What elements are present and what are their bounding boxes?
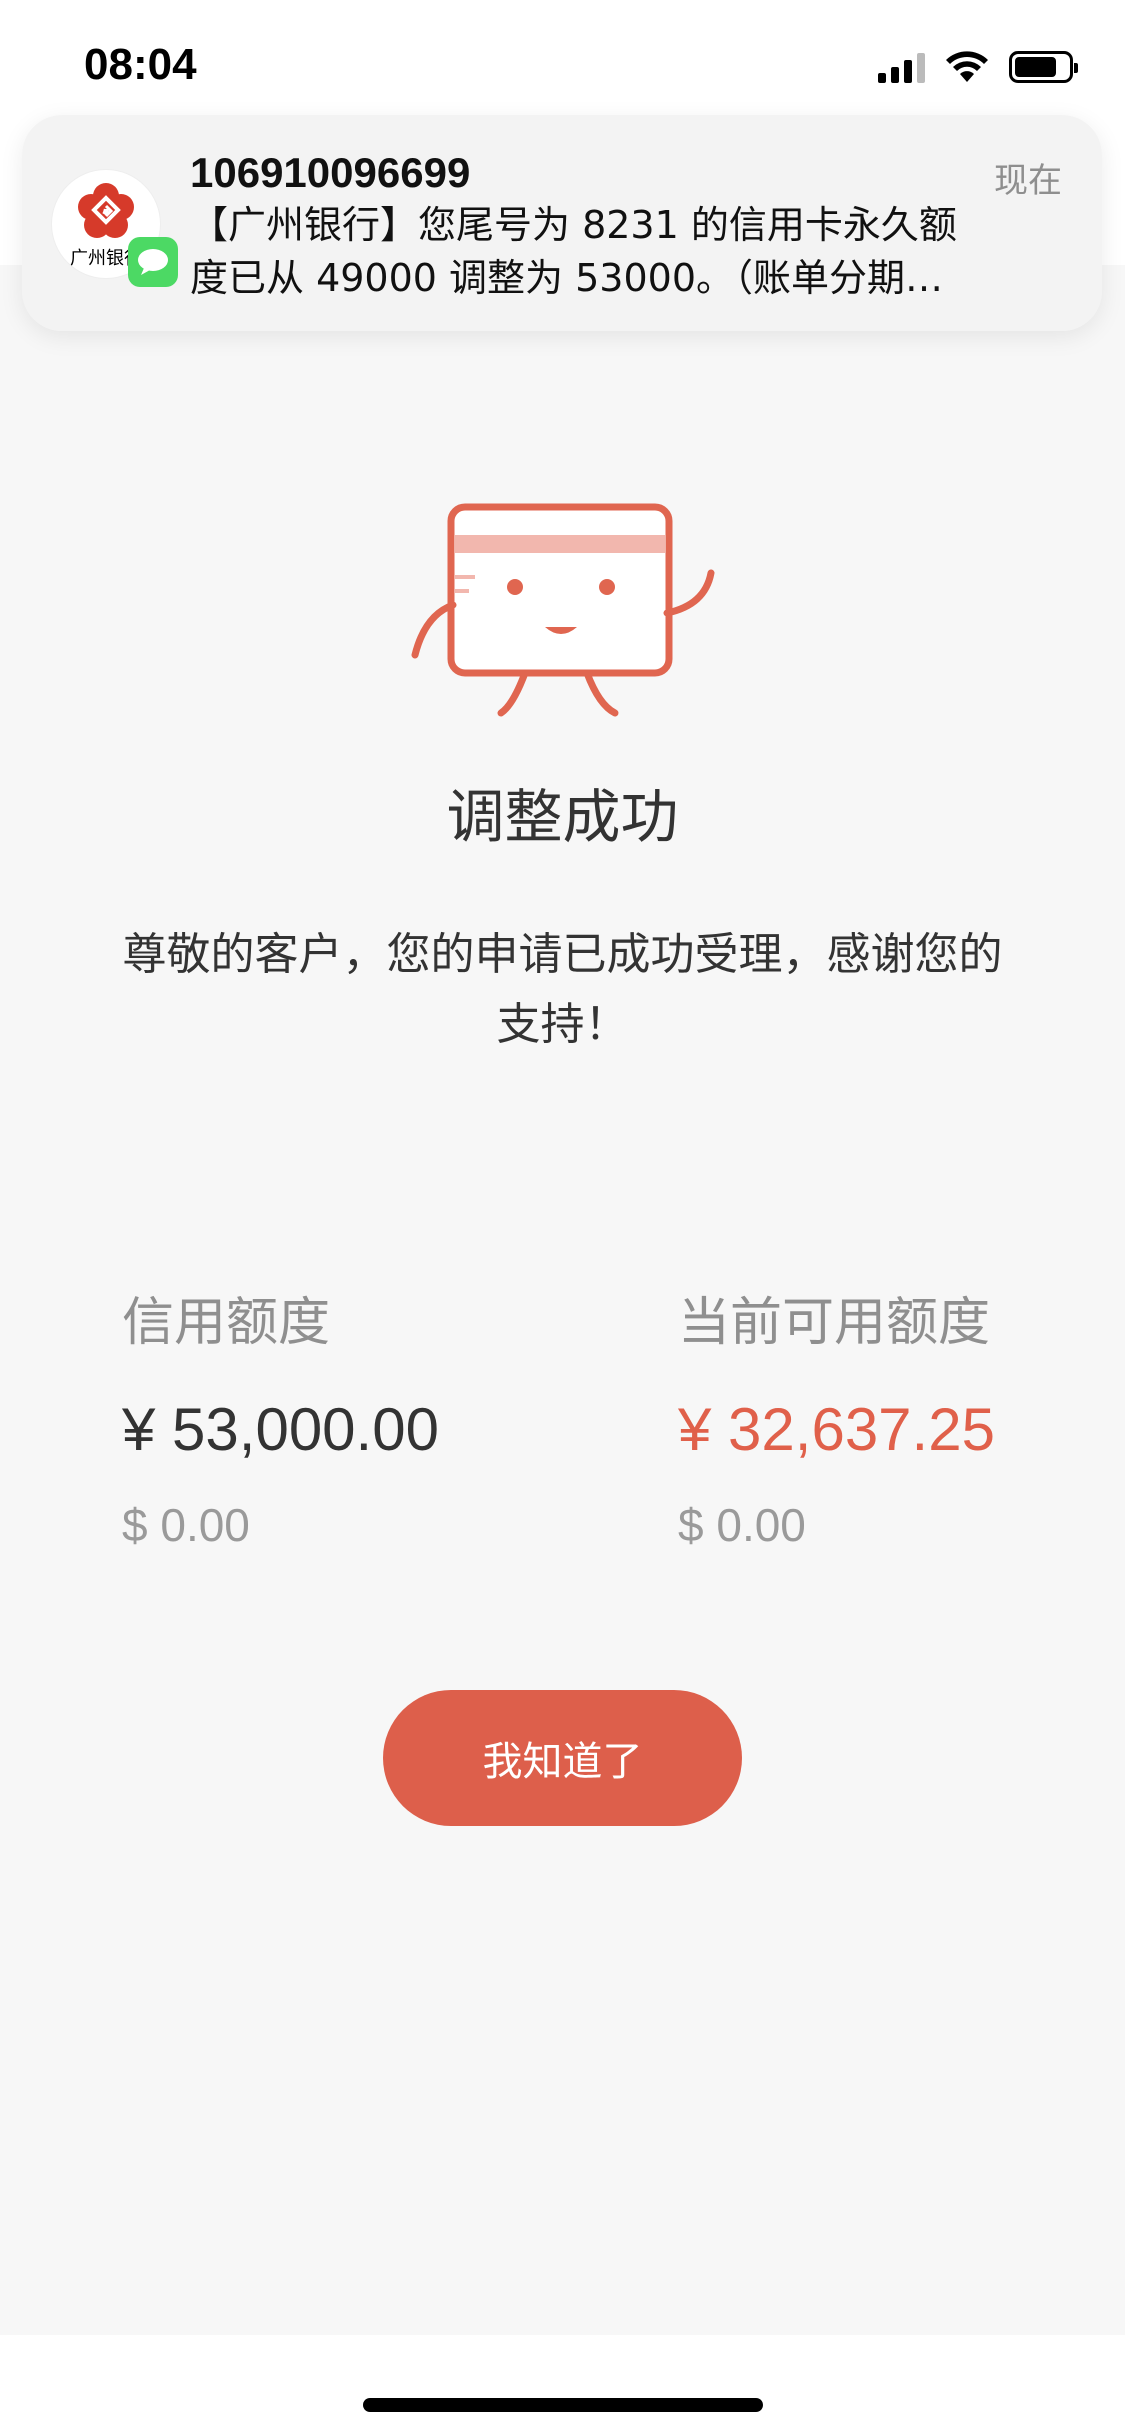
result-title: 调整成功 (446, 783, 679, 851)
notification-line-1: 【广州银行】您尾号为 8231 的信用卡永久额 (190, 203, 957, 247)
credit-limit-usd: $ 0.00 (122, 1499, 250, 1551)
battery-icon (1009, 51, 1078, 83)
available-limit-usd: $ 0.00 (678, 1499, 806, 1551)
notification-sender: 106910096699 (190, 149, 471, 196)
cellular-signal-icon (878, 51, 925, 83)
sms-notification-banner[interactable]: 广州银行 106910096699 现在 【广州银行】您尾号为 8231 的信用… (22, 115, 1102, 331)
credit-limit-cny: ¥ 53,000.00 (122, 1396, 439, 1463)
status-time: 08:04 (84, 40, 197, 89)
credit-card-mascot-icon (411, 503, 715, 717)
credit-limit-block: 信用额度 ¥ 53,000.00 $ 0.00 (122, 1280, 439, 1552)
notification-time: 现在 (994, 161, 1062, 201)
result-message: 尊敬的客户，您的申请已成功受理，感谢您的支持！ (122, 929, 1003, 1050)
notification-line-2: 度已从 49000 调整为 53000。（账单分期… (190, 256, 944, 300)
home-indicator[interactable] (363, 2398, 763, 2412)
notification-body: 【广州银行】您尾号为 8231 的信用卡永久额 度已从 49000 调整为 53… (190, 199, 1070, 305)
wifi-icon (946, 51, 988, 82)
credit-limit-label: 信用额度 (122, 1293, 331, 1353)
messages-app-icon (128, 237, 178, 287)
confirm-button[interactable]: 我知道了 (383, 1690, 742, 1826)
available-limit-label: 当前可用额度 (678, 1293, 991, 1353)
available-limit-cny: ¥ 32,637.25 (678, 1396, 995, 1463)
bottom-safe-area (0, 2335, 1125, 2435)
status-icons (878, 50, 1078, 84)
screen: 08:04 广州银行 106910096699 现在 【广州银行】您尾号为 82… (0, 0, 1125, 2435)
available-limit-block: 当前可用额度 ¥ 32,637.25 $ 0.00 (678, 1280, 995, 1552)
